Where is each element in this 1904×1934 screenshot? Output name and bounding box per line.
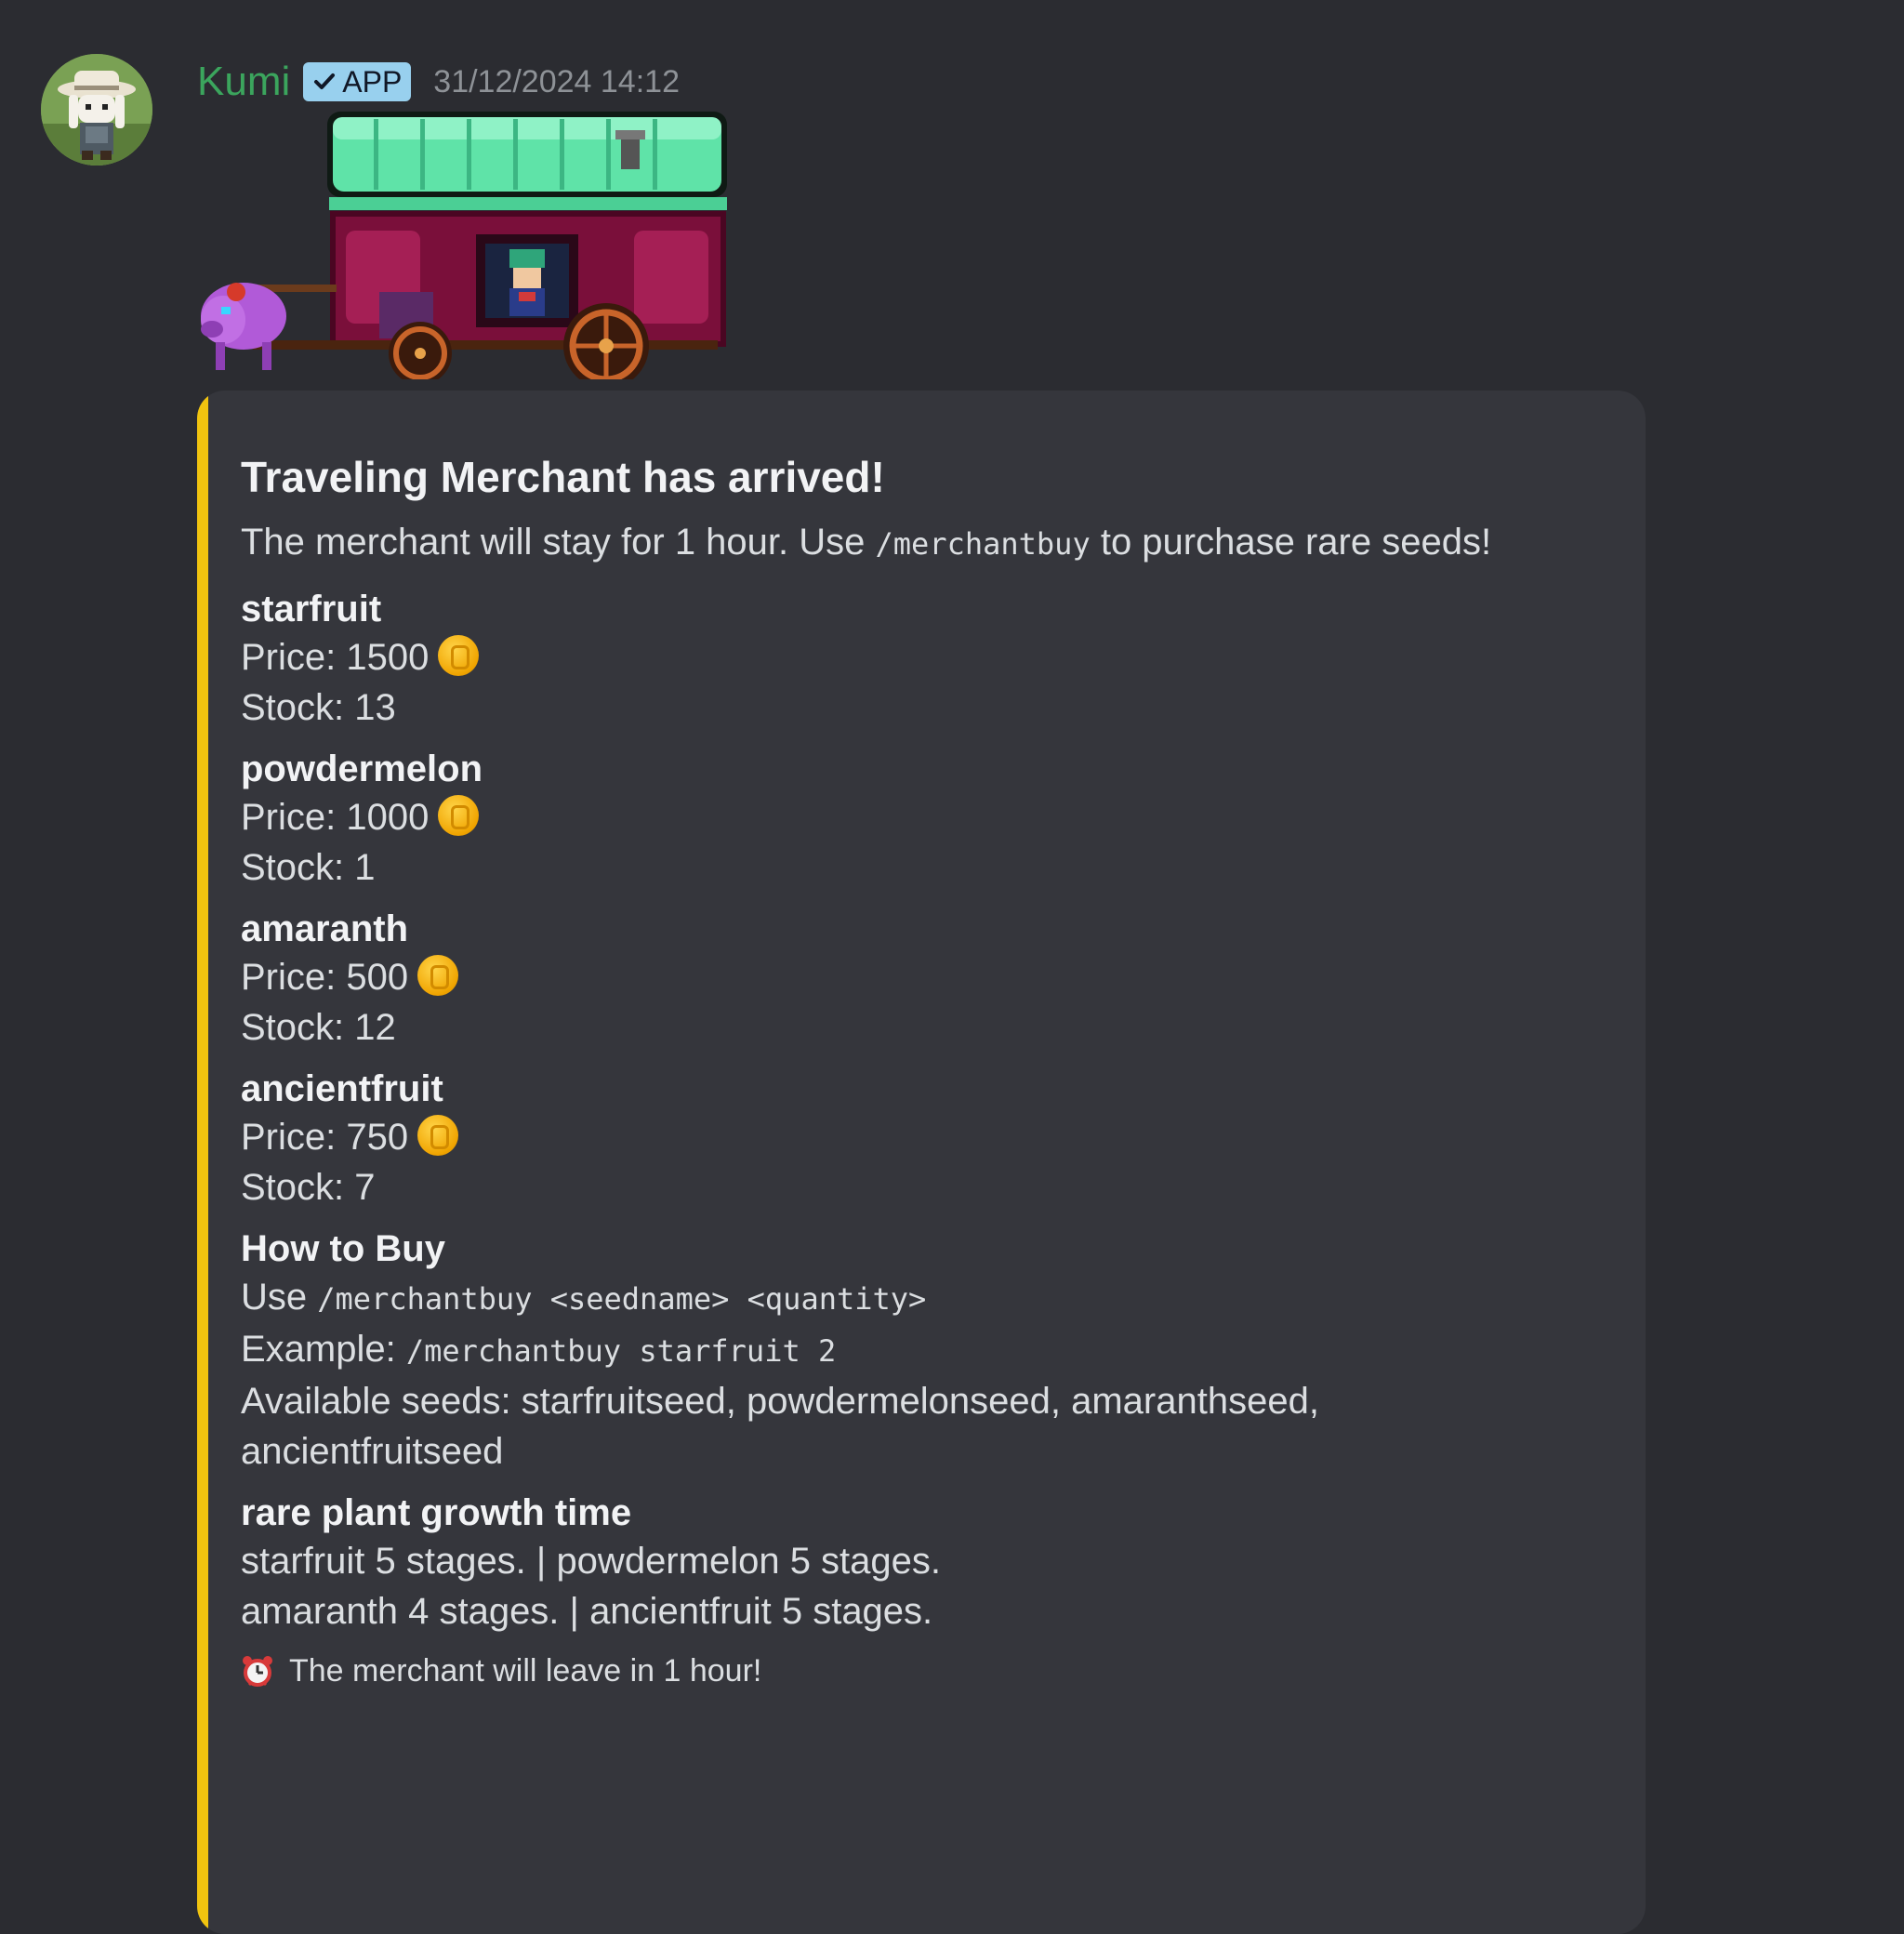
embed-title: Traveling Merchant has arrived!: [241, 453, 885, 501]
gold-coin-icon: [438, 635, 480, 677]
chat-message: Kumi APP 31/12/2024 14:12 Traveling Merc…: [0, 0, 1904, 1934]
check-icon: [314, 73, 336, 89]
embed-description: The merchant will stay for 1 hour. Use /…: [241, 517, 1590, 569]
seed-price: Price: 500: [241, 952, 1590, 1002]
seed-field-ancientfruit: ancientfruit Price: 750 Stock: 7: [241, 1066, 1590, 1212]
merchant-wagon-icon: [201, 112, 727, 389]
seed-stock: Stock: 7: [241, 1167, 376, 1208]
price-text: Price: 1000: [241, 797, 430, 838]
seed-field-starfruit: starfruit Price: 1500 Stock: 13: [241, 586, 1590, 733]
how-to-buy-title: How to Buy: [241, 1228, 445, 1269]
description-text: The merchant will stay for 1 hour. Use: [241, 522, 866, 563]
gold-coin-icon: [417, 955, 459, 997]
seed-name: starfruit: [241, 589, 382, 629]
seed-name: amaranth: [241, 908, 409, 949]
seed-price: Price: 1000: [241, 792, 1590, 842]
merchant-wagon-image[interactable]: [197, 110, 736, 389]
author-name[interactable]: Kumi: [197, 59, 290, 105]
embed-content: Traveling Merchant has arrived! The merc…: [241, 450, 1590, 1692]
usage-command: /merchantbuy <seedname> <quantity>: [317, 1281, 927, 1317]
seed-stock: Stock: 12: [241, 1007, 396, 1048]
description-text-end: to purchase rare seeds!: [1100, 522, 1492, 563]
user-avatar[interactable]: [41, 54, 152, 166]
seed-price: Price: 1500: [241, 632, 1590, 682]
how-to-buy-field: How to Buy Use /merchantbuy <seedname> <…: [241, 1225, 1590, 1477]
bunny-farmer-avatar-icon: [41, 54, 152, 166]
embed-accent-bar: [197, 391, 208, 1934]
growth-ancientfruit: ancientfruit 5 stages.: [589, 1591, 933, 1632]
growth-line-2: amaranth 4 stages. | ancientfruit 5 stag…: [241, 1586, 1590, 1636]
embed-footer: The merchant will leave in 1 hour!: [241, 1649, 1590, 1692]
seed-name: powdermelon: [241, 748, 483, 789]
footer-text: The merchant will leave in 1 hour!: [289, 1653, 762, 1689]
available-seeds: Available seeds: starfruitseed, powderme…: [241, 1381, 1319, 1472]
growth-starfruit: starfruit 5 stages.: [241, 1541, 526, 1582]
price-text: Price: 1500: [241, 637, 430, 678]
seed-stock: Stock: 1: [241, 847, 376, 888]
example-command: /merchantbuy starfruit 2: [405, 1333, 837, 1369]
message-timestamp[interactable]: 31/12/2024 14:12: [433, 64, 680, 100]
app-badge-label: APP: [342, 64, 403, 99]
growth-title: rare plant growth time: [241, 1492, 632, 1533]
price-text: Price: 750: [241, 1117, 409, 1158]
separator: |: [569, 1591, 579, 1632]
use-line: Use /merchantbuy <seedname> <quantity>: [241, 1272, 1590, 1324]
alarm-clock-icon: [243, 1656, 272, 1687]
gold-coin-icon: [438, 795, 480, 837]
seed-field-powdermelon: powdermelon Price: 1000 Stock: 1: [241, 746, 1590, 893]
use-label: Use: [241, 1277, 308, 1318]
growth-line-1: starfruit 5 stages. | powdermelon 5 stag…: [241, 1536, 1590, 1586]
message-header: Kumi APP 31/12/2024 14:12: [197, 54, 680, 110]
merchantbuy-command: /merchantbuy: [875, 526, 1091, 562]
seed-name: ancientfruit: [241, 1068, 443, 1109]
growth-field: rare plant growth time starfruit 5 stage…: [241, 1490, 1590, 1636]
app-badge: APP: [303, 62, 412, 101]
separator: |: [536, 1541, 547, 1582]
gold-coin-icon: [417, 1115, 459, 1157]
seed-field-amaranth: amaranth Price: 500 Stock: 12: [241, 906, 1590, 1053]
example-line: Example: /merchantbuy starfruit 2: [241, 1324, 1590, 1376]
price-text: Price: 500: [241, 957, 409, 998]
growth-amaranth: amaranth 4 stages.: [241, 1591, 560, 1632]
seed-stock: Stock: 13: [241, 687, 396, 728]
seed-price: Price: 750: [241, 1112, 1590, 1162]
merchant-embed: Traveling Merchant has arrived! The merc…: [197, 391, 1646, 1934]
example-label: Example:: [241, 1329, 396, 1370]
growth-powdermelon: powdermelon 5 stages.: [556, 1541, 942, 1582]
